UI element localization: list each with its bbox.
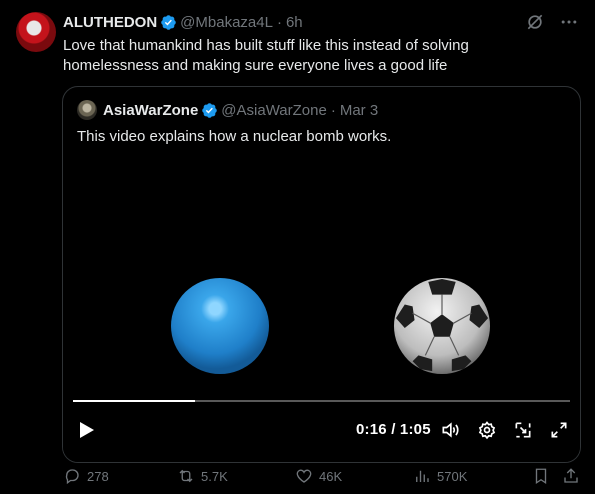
bookmark-button[interactable]	[532, 466, 550, 486]
quote-text: This video explains how a nuclear bomb w…	[77, 128, 392, 145]
reply-count: 278	[87, 468, 109, 484]
tweet-time[interactable]: 6h	[286, 14, 303, 31]
grok-icon[interactable]	[525, 12, 545, 32]
quote-author-name[interactable]: AsiaWarZone	[103, 102, 198, 119]
author-name[interactable]: ALUTHEDON	[63, 14, 157, 31]
verified-icon[interactable]	[160, 14, 177, 31]
fullscreen-icon[interactable]	[549, 420, 569, 440]
quote-avatar[interactable]	[77, 100, 97, 120]
pip-icon[interactable]	[513, 420, 533, 440]
bookmark-icon	[535, 468, 547, 485]
play-icon[interactable]	[79, 421, 95, 439]
reply-button[interactable]: 278	[63, 466, 109, 486]
views-icon	[416, 470, 429, 482]
video-controls: 0:16 / 1:05	[63, 415, 580, 445]
settings-icon[interactable]	[477, 420, 497, 440]
verified-icon[interactable]	[201, 102, 218, 119]
like-button[interactable]: 46K	[295, 466, 342, 486]
video-time: 0:16 / 1:05	[356, 421, 431, 438]
quote-date[interactable]: Mar 3	[340, 102, 378, 119]
video-progress-track[interactable]	[73, 400, 570, 402]
like-count: 46K	[319, 468, 343, 484]
more-icon[interactable]	[559, 12, 579, 32]
tweet-top-actions	[525, 12, 579, 32]
video-progress-fill	[73, 400, 196, 402]
repost-count: 5.7K	[201, 468, 228, 484]
share-icon	[564, 468, 578, 483]
view-count: 570K	[437, 468, 468, 484]
author-handle[interactable]: @Mbakaza4L	[180, 14, 273, 31]
volume-icon[interactable]	[440, 420, 460, 440]
avatar[interactable]	[16, 12, 56, 52]
like-icon	[296, 469, 312, 483]
repost-icon	[179, 469, 193, 483]
quote-header: AsiaWarZone @AsiaWarZone · Mar 3	[77, 100, 378, 120]
reply-icon	[65, 469, 79, 485]
soccer-ball	[393, 277, 491, 375]
share-button[interactable]	[562, 466, 580, 486]
tweet-text: Love that humankind has built stuff like…	[63, 37, 469, 74]
tweet-header: ALUTHEDON @Mbakaza4L · 6h	[63, 12, 303, 32]
repost-button[interactable]: 5.7K	[177, 466, 228, 486]
quote-author-handle[interactable]: @AsiaWarZone	[221, 102, 327, 119]
separator-dot: ·	[330, 101, 336, 119]
video-player[interactable]: 0:16 / 1:05	[63, 157, 580, 462]
separator-dot: ·	[276, 13, 282, 31]
views-button[interactable]: 570K	[413, 466, 467, 486]
quoted-tweet[interactable]: AsiaWarZone @AsiaWarZone · Mar 3 This vi…	[62, 86, 581, 463]
blue-ball	[171, 278, 269, 374]
tweet-actions: 278 5.7K 46K 570K	[0, 466, 595, 488]
